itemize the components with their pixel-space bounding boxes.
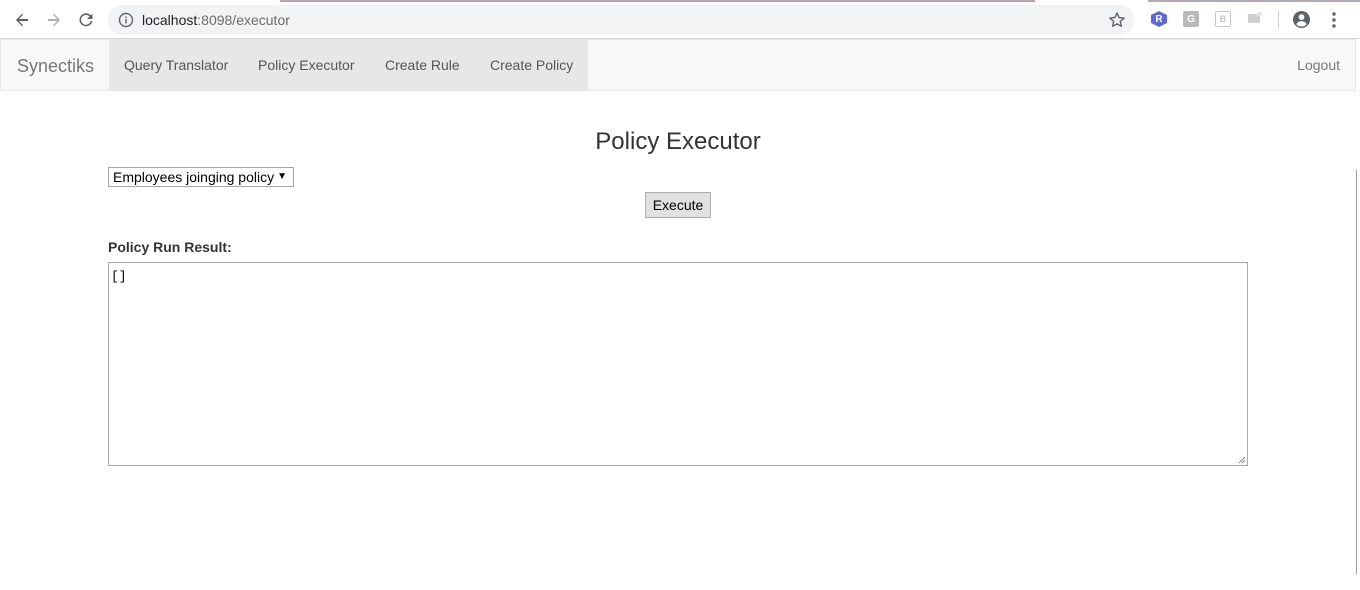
- forward-button[interactable]: [40, 6, 68, 34]
- forward-arrow-icon: [48, 13, 60, 27]
- url-host: localhost: [142, 12, 198, 28]
- dropdown-arrow-icon: ▼: [277, 171, 287, 182]
- resize-grip-icon[interactable]: [1236, 454, 1246, 464]
- page-title: Policy Executor: [595, 128, 761, 155]
- brand-link[interactable]: Synectiks: [17, 56, 94, 77]
- browser-toolbar: localhost:8098/executor R G B: [0, 0, 1360, 39]
- page-edge-line: [1356, 170, 1357, 574]
- tab-edge-segment: [1148, 0, 1360, 2]
- nav-policy-executor[interactable]: Policy Executor: [258, 57, 354, 73]
- bookmark-star-icon[interactable]: [1108, 11, 1126, 29]
- back-arrow-icon: [16, 13, 28, 27]
- nav-create-policy[interactable]: Create Policy: [490, 57, 573, 73]
- back-button[interactable]: [8, 6, 36, 34]
- toolbar-separator: [1278, 11, 1279, 28]
- info-icon[interactable]: [118, 12, 134, 28]
- profile-avatar-icon[interactable]: [1292, 10, 1311, 29]
- execute-button[interactable]: Execute: [645, 192, 711, 218]
- reload-button[interactable]: [72, 6, 100, 34]
- extension-chat-icon[interactable]: [1247, 11, 1263, 27]
- kebab-menu-icon[interactable]: [1327, 11, 1341, 29]
- nav-query-translator[interactable]: Query Translator: [124, 57, 228, 73]
- logout-link[interactable]: Logout: [1297, 57, 1340, 73]
- nav-links: Query Translator Policy Executor Create …: [109, 40, 588, 90]
- url-text[interactable]: localhost:8098/executor: [142, 12, 290, 28]
- nav-create-rule[interactable]: Create Rule: [385, 57, 460, 73]
- policy-select[interactable]: Employees joinging policy ▼: [108, 167, 294, 187]
- extension-g-icon[interactable]: G: [1183, 11, 1199, 27]
- extension-r-icon[interactable]: R: [1151, 11, 1167, 27]
- url-path: :8098/executor: [197, 12, 290, 28]
- extension-b-icon[interactable]: B: [1215, 11, 1231, 27]
- tab-edge-segment: [280, 0, 1035, 2]
- reload-icon: [79, 13, 93, 27]
- policy-select-value: Employees joinging policy: [113, 169, 275, 185]
- tab-strip-edge: [0, 0, 1360, 2]
- address-bar[interactable]: localhost:8098/executor: [108, 5, 1134, 35]
- result-textarea[interactable]: []: [108, 262, 1248, 466]
- app-navbar: Synectiks Query Translator Policy Execut…: [0, 39, 1356, 91]
- result-label: Policy Run Result:: [108, 239, 232, 255]
